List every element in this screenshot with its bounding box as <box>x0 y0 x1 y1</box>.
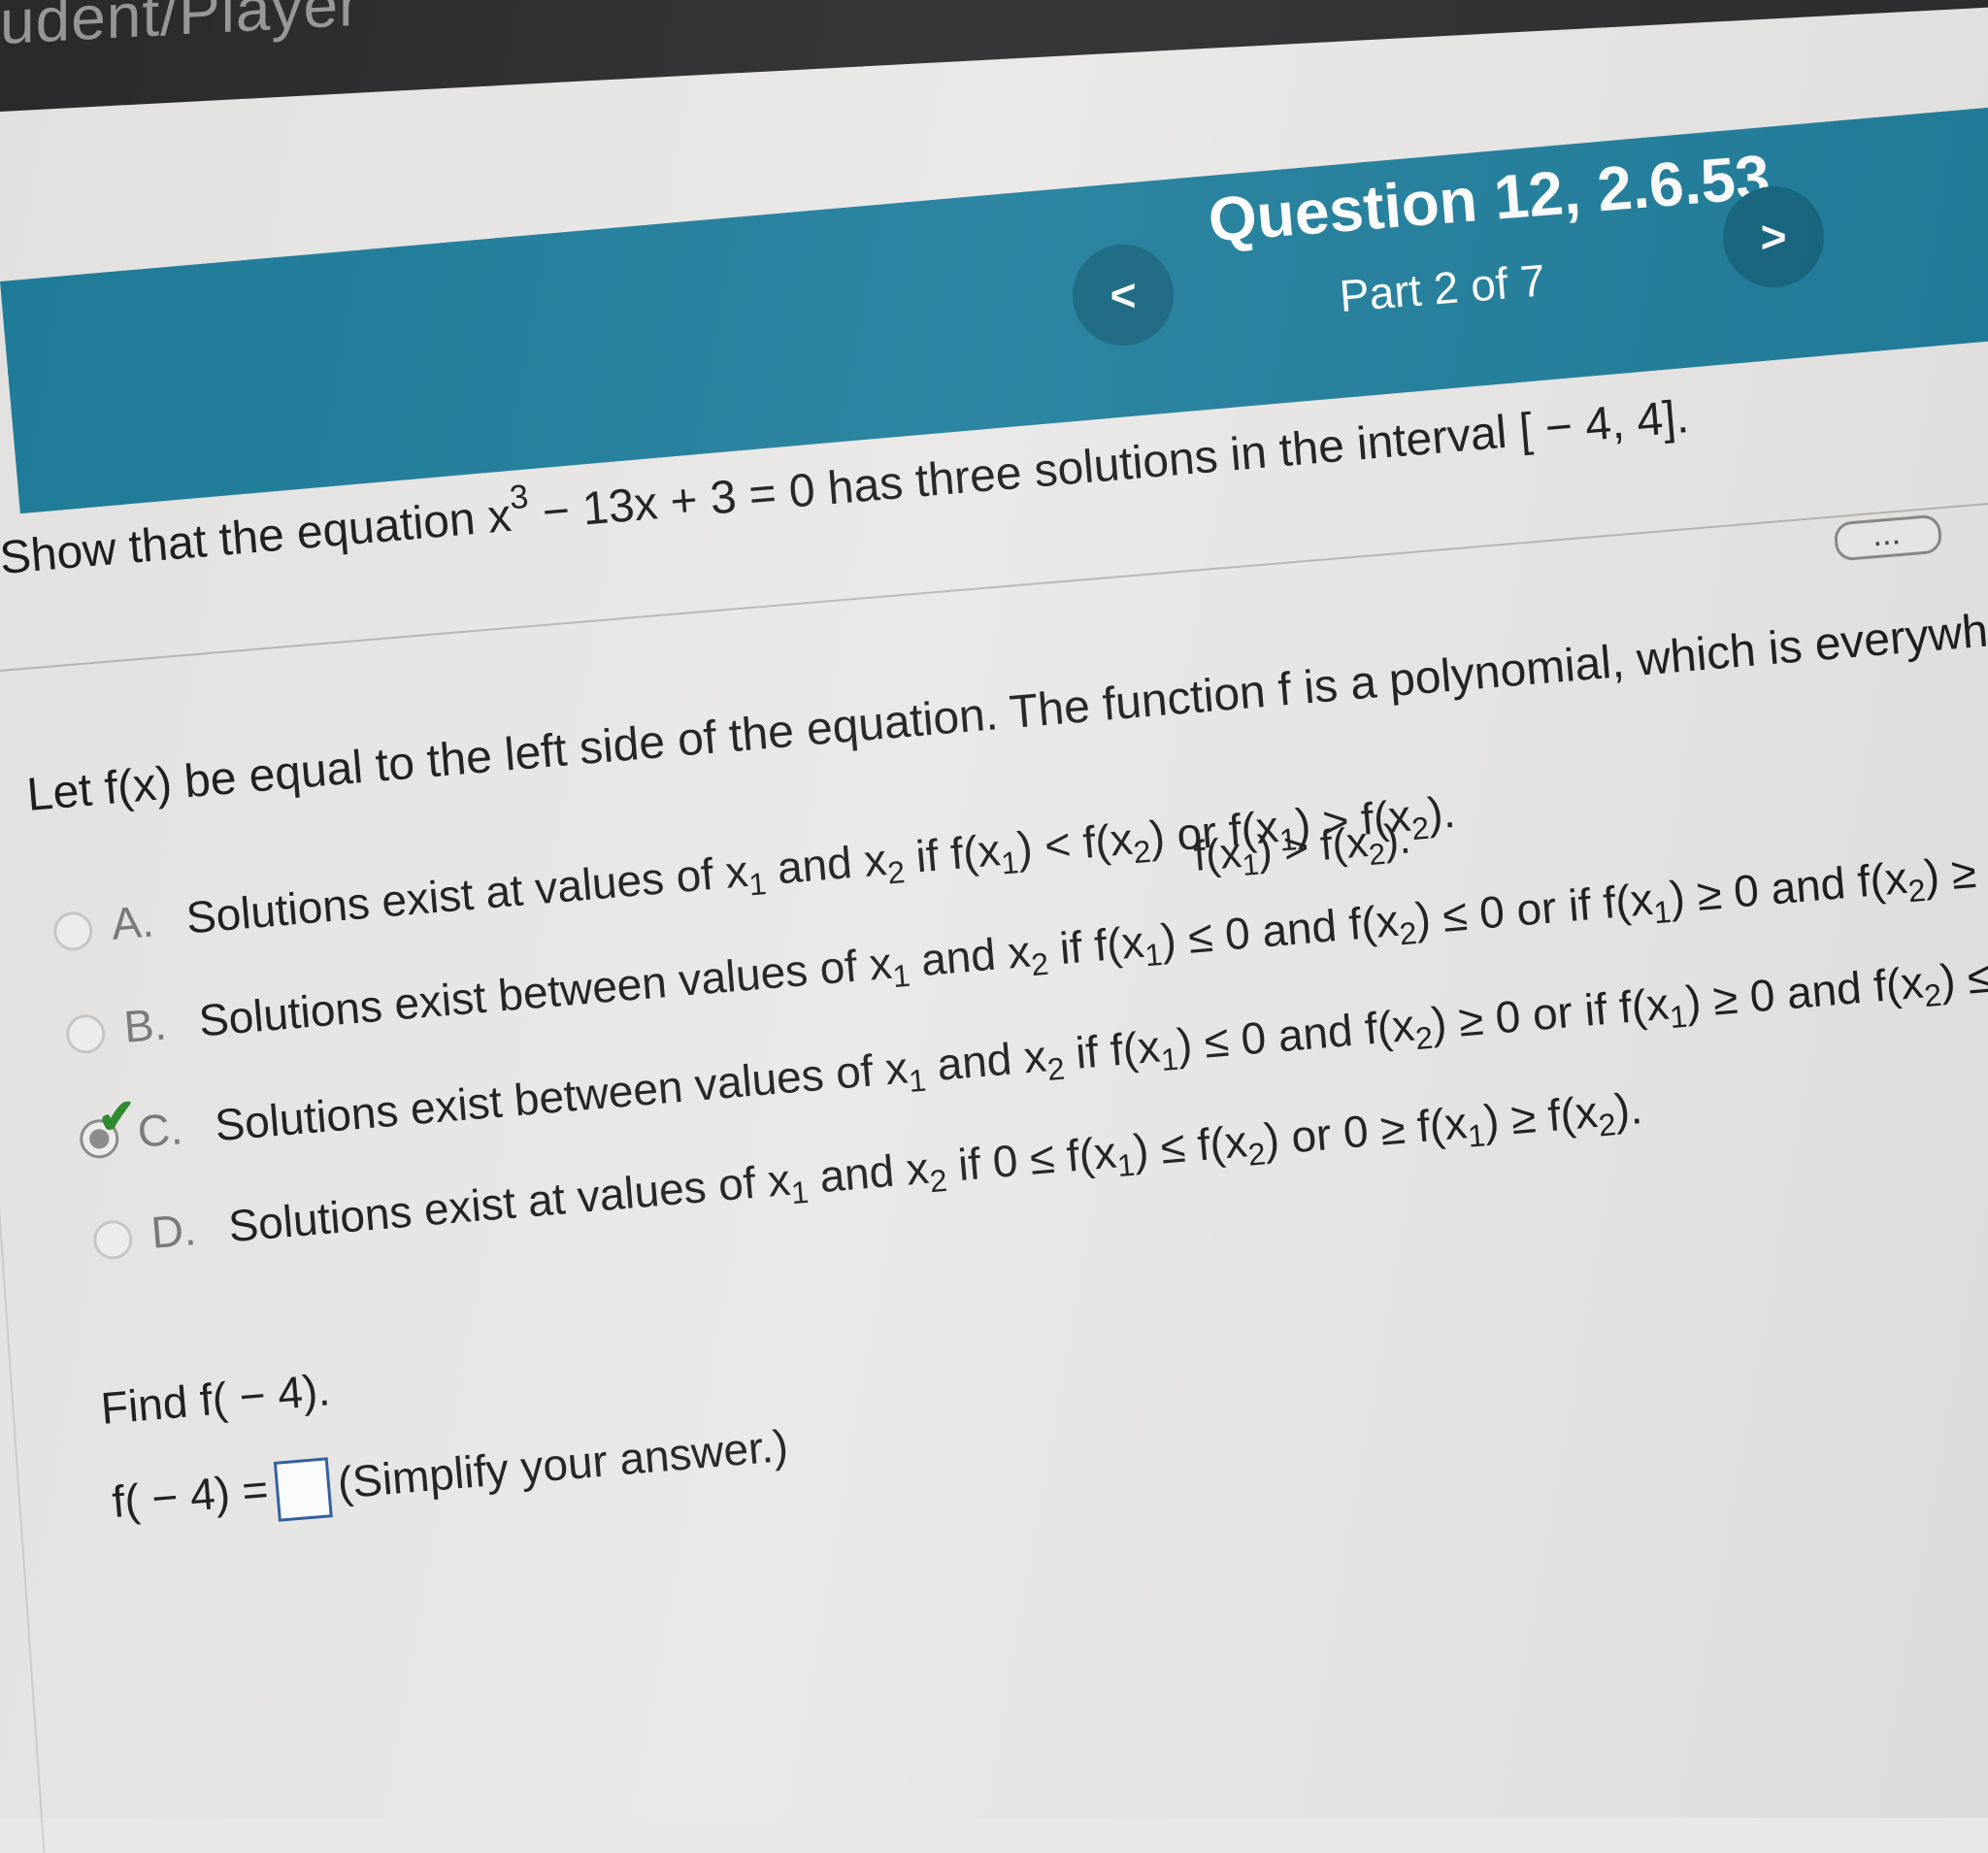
option-letter: A. <box>109 895 156 949</box>
exponent: 3 <box>508 478 530 517</box>
option-letter: C. <box>135 1103 184 1157</box>
find-prompt: Find f( − 4). <box>98 1364 332 1434</box>
more-options-button[interactable]: ... <box>1833 513 1943 562</box>
question-content: Show that the equation x3 − 13x + 3 = 0 … <box>0 0 1988 1853</box>
question-prompt: Show that the equation x3 − 13x + 3 = 0 … <box>0 391 1691 584</box>
correct-checkmark-icon: ✔ <box>95 1090 139 1145</box>
answer-input[interactable] <box>273 1457 333 1522</box>
option-letter: B. <box>121 998 169 1052</box>
answer-row: f( − 4) = (Simplify your answer.) <box>110 1419 790 1536</box>
radio-button-b[interactable] <box>64 1012 107 1055</box>
radio-button-d[interactable] <box>91 1218 134 1261</box>
radio-button-a[interactable] <box>51 910 94 952</box>
panel-left-edge <box>0 1116 46 1853</box>
option-letter: D. <box>149 1204 198 1258</box>
ellipsis-icon: ... <box>1872 522 1904 552</box>
step-intro-text: Let f(x) be equal to the left side of th… <box>24 589 1988 821</box>
screen: udent/Player < Question 12, 2.6.53 Part … <box>0 0 1988 1853</box>
answer-lhs: f( − 4) = <box>110 1463 271 1528</box>
answer-hint: (Simplify your answer.) <box>335 1419 790 1508</box>
